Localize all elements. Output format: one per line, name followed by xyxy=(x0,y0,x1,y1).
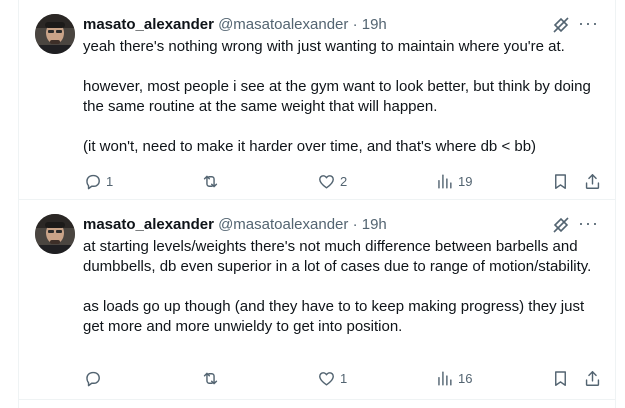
views-button[interactable]: 19 xyxy=(435,170,472,192)
tweet-actions: 1 2 19 xyxy=(83,170,603,192)
like-icon xyxy=(319,371,334,386)
tweet-paragraph: (it won't, need to make it harder over t… xyxy=(83,138,537,155)
avatar[interactable] xyxy=(35,214,75,254)
tweet[interactable]: masato_alexander @masatoalexander · 19h … xyxy=(19,200,616,400)
views-icon xyxy=(438,370,452,386)
views-button[interactable]: 16 xyxy=(435,367,472,389)
tweet-paragraph: at starting levels/weights there's not m… xyxy=(83,238,592,275)
tweet-paragraph: yeah there's nothing wrong with just wan… xyxy=(83,38,565,55)
like-count: 2 xyxy=(340,173,348,189)
separator-dot: · xyxy=(352,216,358,233)
tweet-actions: 1 16 xyxy=(83,367,603,389)
bookmark-icon xyxy=(555,370,566,386)
tweet-text: yeah there's nothing wrong with just wan… xyxy=(83,37,603,157)
reply-button[interactable]: 1 xyxy=(83,170,113,192)
author-name[interactable]: masato_alexander xyxy=(83,16,214,33)
bookmark-button[interactable] xyxy=(551,367,570,389)
more-icon[interactable]: ··· xyxy=(578,13,599,33)
author-handle[interactable]: @masatoalexander xyxy=(218,216,348,233)
conversation-thread: masato_alexander @masatoalexander · 19h … xyxy=(18,0,616,408)
separator-dot: · xyxy=(352,16,358,33)
repost-icon xyxy=(203,175,218,187)
like-count: 1 xyxy=(340,370,348,386)
reply-icon xyxy=(86,371,100,386)
like-button[interactable]: 1 xyxy=(317,367,347,389)
tweet[interactable]: masato_alexander @masatoalexander · 19h … xyxy=(19,0,616,200)
bookmark-icon xyxy=(555,173,566,189)
tweet-header: masato_alexander @masatoalexander · 19h xyxy=(83,15,387,35)
reply-icon xyxy=(86,174,100,189)
tweet-paragraph: as loads go up though (and they have to … xyxy=(83,298,585,335)
share-icon xyxy=(585,370,600,386)
share-button[interactable] xyxy=(583,367,602,389)
like-icon xyxy=(319,174,334,189)
repost-button[interactable] xyxy=(201,367,224,389)
tweet-paragraph: however, most people i see at the gym wa… xyxy=(83,78,591,115)
tweet-header: masato_alexander @masatoalexander · 19h xyxy=(83,215,387,235)
author-name[interactable]: masato_alexander xyxy=(83,216,214,233)
tweet-text: at starting levels/weights there's not m… xyxy=(83,237,603,337)
share-icon xyxy=(585,173,600,189)
reply-count: 1 xyxy=(106,173,114,189)
reply-button[interactable] xyxy=(83,367,106,389)
views-count: 16 xyxy=(458,370,473,386)
share-button[interactable] xyxy=(583,170,602,192)
timestamp[interactable]: 19h xyxy=(362,16,387,33)
views-icon xyxy=(438,173,452,189)
more-icon[interactable]: ··· xyxy=(578,213,599,233)
grok-icon[interactable] xyxy=(552,16,570,34)
bookmark-button[interactable] xyxy=(551,170,570,192)
repost-icon xyxy=(203,372,218,384)
views-count: 19 xyxy=(458,173,473,189)
timestamp[interactable]: 19h xyxy=(362,216,387,233)
author-handle[interactable]: @masatoalexander xyxy=(218,16,348,33)
repost-button[interactable] xyxy=(201,170,224,192)
grok-icon[interactable] xyxy=(552,216,570,234)
like-button[interactable]: 2 xyxy=(317,170,347,192)
avatar[interactable] xyxy=(35,14,75,54)
